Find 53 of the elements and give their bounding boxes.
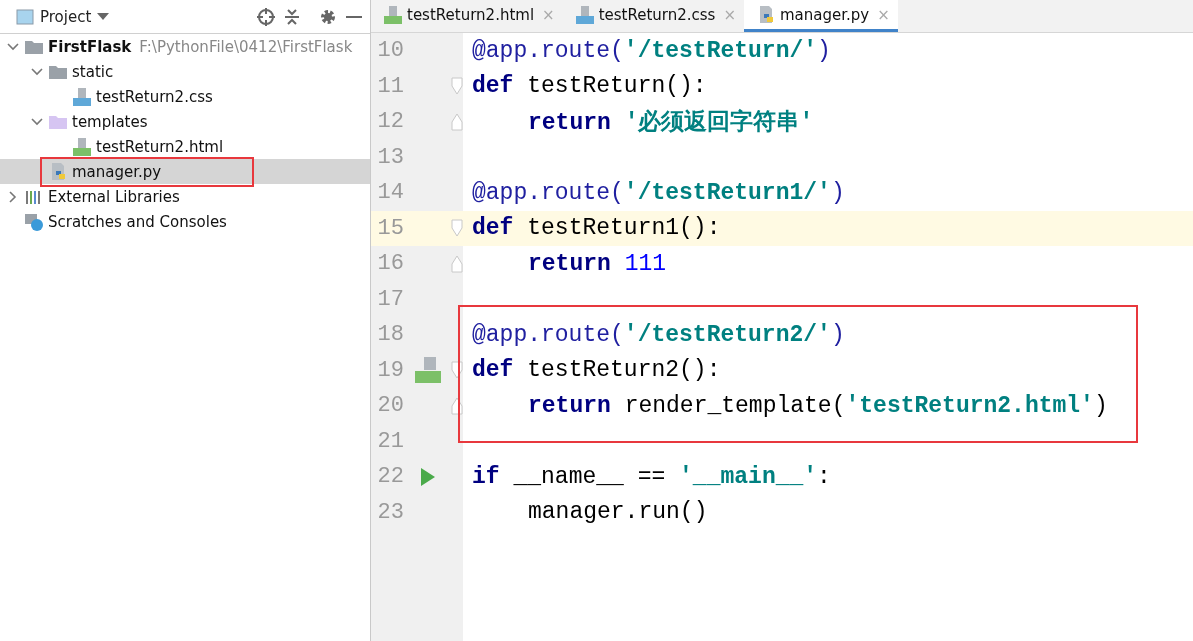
tree-label: testReturn2.html — [96, 137, 224, 156]
editor-tab[interactable]: testReturn2.css × — [562, 0, 744, 32]
line-number: 19 — [376, 357, 404, 383]
line-number: 16 — [376, 251, 404, 277]
line-number: 22 — [376, 464, 404, 490]
line-number: 17 — [376, 286, 404, 312]
tree-item[interactable]: testReturn2.html — [0, 134, 370, 159]
tree-label: External Libraries — [48, 187, 180, 206]
code-line: @app.route('/testReturn2/') — [471, 321, 845, 348]
code-line: def testReturn2(): — [471, 357, 721, 384]
line-number: 11 — [376, 73, 404, 99]
tree-item[interactable]: templates — [0, 109, 370, 134]
tree-item[interactable]: testReturn2.css — [0, 84, 370, 109]
tree-label: FirstFlask — [48, 37, 132, 56]
fold-icon[interactable] — [451, 360, 463, 381]
run-icon[interactable] — [419, 466, 436, 487]
tree-item[interactable]: manager.py — [0, 159, 370, 184]
caret-icon[interactable] — [97, 12, 110, 21]
tree-item[interactable]: FirstFlask F:\PythonFile\0412\FirstFlask — [0, 34, 370, 59]
code-line: @app.route('/testReturn1/') — [471, 179, 845, 206]
editor-tab[interactable]: testReturn2.html × — [371, 0, 563, 32]
tree-item[interactable]: External Libraries — [0, 184, 370, 209]
line-number: 15 — [376, 215, 404, 241]
panel-title[interactable]: Project — [40, 7, 92, 26]
crosshair-icon[interactable] — [256, 6, 276, 27]
line-number: 14 — [376, 180, 404, 206]
tree-label: Scratches and Consoles — [48, 212, 227, 231]
tree-item[interactable]: Scratches and Consoles — [0, 209, 370, 234]
tree-label: static — [72, 62, 114, 81]
collapse-icon[interactable] — [282, 6, 302, 27]
tree-label: manager.py — [72, 162, 162, 181]
code-line: manager.run() — [527, 499, 708, 526]
code-line: def testReturn(): — [471, 73, 707, 100]
code-line: return '必须返回字符串' — [527, 108, 814, 138]
tree-item[interactable]: static — [0, 59, 370, 84]
code-line: def testReturn1(): — [471, 215, 721, 242]
line-number: 13 — [376, 144, 404, 170]
code-line: return render_template('testReturn2.html') — [527, 392, 1108, 419]
line-number: 23 — [376, 499, 404, 525]
line-number: 20 — [376, 393, 404, 419]
editor-tab[interactable]: manager.py × — [744, 0, 898, 32]
tree-label: templates — [72, 112, 148, 131]
code-line: return 111 — [527, 250, 667, 277]
code-line: @app.route('/testReturn/') — [471, 37, 831, 64]
line-number: 21 — [376, 428, 404, 454]
line-number: 18 — [376, 322, 404, 348]
fold-icon[interactable] — [451, 395, 463, 416]
window-icon — [16, 8, 34, 25]
project-path: F:\PythonFile\0412\FirstFlask — [139, 37, 353, 56]
tree-label: testReturn2.css — [96, 87, 213, 106]
line-number: 12 — [376, 109, 404, 135]
code-line: if __name__ == '__main__': — [471, 463, 831, 490]
line-number: 10 — [376, 38, 404, 64]
